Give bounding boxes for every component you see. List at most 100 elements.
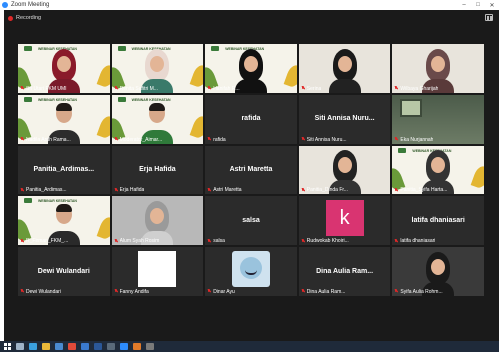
logo-icon: [24, 198, 32, 204]
app-icon[interactable]: [107, 343, 115, 350]
participant-display-name: Astri Maretta: [229, 165, 273, 173]
paint-icon[interactable]: [133, 343, 141, 350]
profile-picture: [138, 251, 177, 288]
participant-name: Dinar Ayu: [213, 288, 235, 295]
participant-name: Sri Utari FKM UMI: [26, 85, 67, 92]
participant-tile[interactable]: Dewi Wulandari Dewi Wulandari: [18, 247, 110, 296]
minimize-button[interactable]: –: [457, 2, 471, 8]
participant-tile[interactable]: Panitia_Ardimas... Panitia_Ardimas...: [18, 145, 110, 195]
muted-mic-icon: [394, 238, 398, 244]
logo-icon: [211, 46, 220, 51]
muted-mic-icon: [207, 289, 211, 294]
store-icon[interactable]: [55, 343, 63, 350]
logo-icon: [24, 46, 32, 51]
participant-name-label: Dewi Wulandari: [20, 289, 108, 295]
face: [56, 55, 71, 72]
participant-name-label: Sri Utari FKM UMI: [20, 86, 108, 92]
muted-mic-icon: [20, 238, 24, 244]
participant-tile[interactable]: Serina: [298, 44, 391, 93]
participant-tile[interactable]: WEBINAR KESEHATAN Panitia_Syifa Harta...: [392, 145, 484, 195]
gallery-view-button[interactable]: [485, 14, 493, 21]
participant-tile[interactable]: WEBINAR KESEHATAN Renita Safitri M...: [111, 44, 204, 93]
muted-mic-icon: [394, 86, 398, 91]
mail-icon[interactable]: [81, 343, 89, 350]
participant-name-label: rafida: [207, 137, 295, 143]
participant-display-name: salsa: [242, 216, 260, 224]
title-bar: Zoom Meeting – □ ✕: [0, 0, 499, 10]
muted-mic-icon: [301, 137, 305, 142]
participant-name: Dewi Wulandari: [26, 288, 61, 295]
leaf-decoration: [96, 63, 110, 89]
chrome-icon[interactable]: [68, 343, 76, 350]
participant-tile[interactable]: WEBINAR KESEHATAN Sri Utari FKM UMI: [18, 44, 110, 93]
participant-tile[interactable]: Panitia_Dinda Fr...: [298, 145, 391, 195]
hair: [149, 102, 166, 111]
participant-tile[interactable]: Alum Syah Rosim: [111, 196, 204, 246]
recording-indicator[interactable]: Recording: [8, 15, 41, 21]
participant-name-label: latifa dhaniasari: [394, 238, 482, 244]
leaf-decoration: [470, 164, 484, 191]
zoom-icon[interactable]: [120, 343, 128, 350]
participant-name-label: Syifa Aulia Rohm...: [394, 289, 482, 295]
participant-tile[interactable]: Siti Annisa Nuru... Siti Annisa Nuru...: [298, 94, 391, 144]
participant-tile[interactable]: Eka Nurjannah: [392, 94, 484, 144]
participant-tile[interactable]: WEBINAR KESEHATAN Moderator_Aimar...: [111, 94, 204, 144]
face: [431, 157, 446, 174]
participant-name: Erja Hafida: [119, 187, 145, 194]
participant-tile[interactable]: salsa salsa: [205, 196, 297, 246]
participant-tile[interactable]: Erja Hafida Erja Hafida: [111, 145, 204, 195]
participant-name: Panitia_Syifa Harta...: [400, 187, 448, 194]
participant-tile[interactable]: Syifa Aulia Rohm...: [392, 247, 484, 296]
participant-tile[interactable]: Dina Aulia Ram... Dina Aulia Ram...: [298, 247, 391, 296]
muted-mic-icon: [20, 137, 24, 142]
face: [337, 157, 352, 174]
participant-name-label: Wilbaya Gharijah: [394, 86, 482, 92]
participant-name: Dina Aulia Ram...: [306, 288, 346, 295]
participant-display-name: latifa dhaniasari: [411, 216, 465, 224]
leaf-decoration: [189, 63, 204, 89]
note-icon[interactable]: [146, 343, 154, 350]
maximize-button[interactable]: □: [471, 2, 485, 8]
close-button[interactable]: ✕: [485, 2, 499, 9]
profile-picture: k: [325, 200, 364, 237]
participant-grid: WEBINAR KESEHATAN Sri Utari FKM UMI WEBINA…: [18, 44, 484, 296]
recording-label: Recording: [16, 15, 42, 21]
participant-tile[interactable]: Astri Maretta Astri Maretta: [205, 145, 297, 195]
muted-mic-icon: [394, 137, 398, 142]
participant-name-label: Alum Syah Rosim: [114, 238, 202, 244]
participant-tile[interactable]: Wilbaya Gharijah: [392, 44, 484, 93]
leaf-decoration: [283, 63, 297, 89]
participant-tile[interactable]: WEBINAR KESEHATAN Nadila Ardh Rama...: [18, 94, 110, 144]
muted-mic-icon: [394, 289, 398, 294]
participant-name-label: Astri Maretta: [207, 187, 295, 193]
participant-name-label: Erja Hafida: [114, 187, 202, 193]
participant-name: Nadila Ardh Rama...: [26, 136, 71, 143]
window-in-video: [400, 98, 423, 117]
participant-tile[interactable]: Fanny Andifa: [111, 247, 204, 296]
participant-tile[interactable]: Dinar Ayu: [205, 247, 297, 296]
folder-icon[interactable]: [42, 343, 50, 350]
participant-name: Fanny Andifa: [119, 288, 149, 295]
participant-tile[interactable]: WEBINAR KESEHATAN Hanifah R...: [205, 44, 297, 93]
edge-icon[interactable]: [29, 343, 37, 350]
participant-name-label: Panitia_Ardimas...: [20, 187, 108, 193]
participant-name-label: Serina: [301, 86, 389, 92]
participant-name: Moderator_Aimar...: [119, 136, 163, 143]
start-icon[interactable]: [4, 343, 11, 350]
hair: [55, 102, 72, 111]
logo-icon: [24, 96, 32, 102]
muted-mic-icon: [394, 187, 398, 193]
participant-tile[interactable]: k Rudwokab Khoiri...: [298, 196, 391, 246]
window-title: Zoom Meeting: [11, 2, 50, 8]
participant-display-name: Dina Aulia Ram...: [316, 267, 374, 275]
face: [150, 208, 165, 225]
participant-tile[interactable]: rafida rafida: [205, 94, 297, 144]
participant-tile[interactable]: WEBINAR KESEHATAN R_Firman_FKM_...: [18, 196, 110, 246]
leaf-decoration: [96, 215, 110, 241]
word-icon[interactable]: [94, 343, 102, 350]
meeting-area: Recording WEBINAR KESEHATAN Sri Utari FKM…: [4, 10, 499, 341]
search-icon[interactable]: [16, 343, 24, 350]
participant-name: Rudwokab Khoiri...: [306, 238, 349, 245]
participant-name-label: Rudwokab Khoiri...: [301, 238, 389, 244]
participant-tile[interactable]: latifa dhaniasari latifa dhaniasari: [392, 196, 484, 246]
